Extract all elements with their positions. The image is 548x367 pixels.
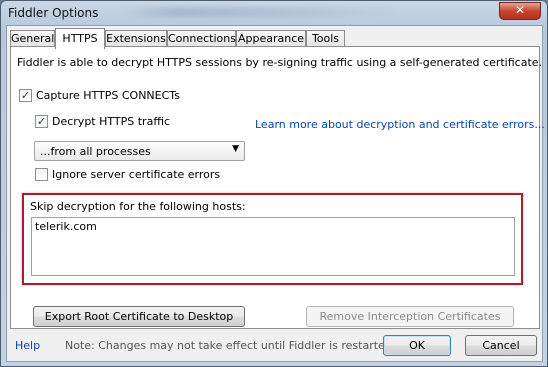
ignore-cert-errors-checkbox[interactable] [35, 168, 48, 181]
restart-note: Note: Changes may not take effect until … [65, 339, 396, 352]
window-title: Fiddler Options [8, 6, 99, 20]
https-description: Fiddler is able to decrypt HTTPS session… [17, 56, 543, 69]
tab-https[interactable]: HTTPS [55, 28, 105, 49]
dropdown-arrow-icon: ▼ [232, 144, 239, 154]
dialog-client-area: General HTTPS Extensions Connections App… [6, 25, 545, 362]
export-root-cert-button[interactable]: Export Root Certificate to Desktop [33, 306, 245, 327]
close-button[interactable]: ✕ [499, 2, 541, 20]
process-filter-dropdown[interactable]: ...from all processes ▼ [34, 141, 245, 161]
ignore-cert-errors-label[interactable]: Ignore server certificate errors [52, 168, 220, 181]
skip-hosts-value: telerik.com [35, 220, 97, 233]
cancel-button[interactable]: Cancel [465, 335, 537, 356]
ok-button[interactable]: OK [383, 335, 451, 356]
title-bar-background-blur [121, 7, 401, 17]
help-link[interactable]: Help [15, 339, 40, 352]
skip-hosts-textarea[interactable]: telerik.com [31, 217, 515, 276]
title-bar[interactable]: Fiddler Options ✕ [1, 1, 547, 27]
remove-certs-button[interactable]: Remove Interception Certificates [306, 306, 514, 327]
skip-decryption-label: Skip decryption for the following hosts: [30, 200, 246, 213]
learn-more-link[interactable]: Learn more about decryption and certific… [255, 118, 545, 131]
capture-https-label[interactable]: Capture HTTPS CONNECTs [36, 89, 180, 102]
decrypt-https-label[interactable]: Decrypt HTTPS traffic [52, 115, 170, 128]
options-window: Fiddler Options ✕ General HTTPS Extensio… [0, 0, 548, 367]
decrypt-https-checkbox[interactable]: ✓ [35, 115, 48, 128]
capture-https-checkbox[interactable]: ✓ [19, 89, 32, 102]
process-filter-value: ...from all processes [40, 145, 151, 158]
https-tab-panel: Fiddler is able to decrypt HTTPS session… [10, 46, 545, 329]
